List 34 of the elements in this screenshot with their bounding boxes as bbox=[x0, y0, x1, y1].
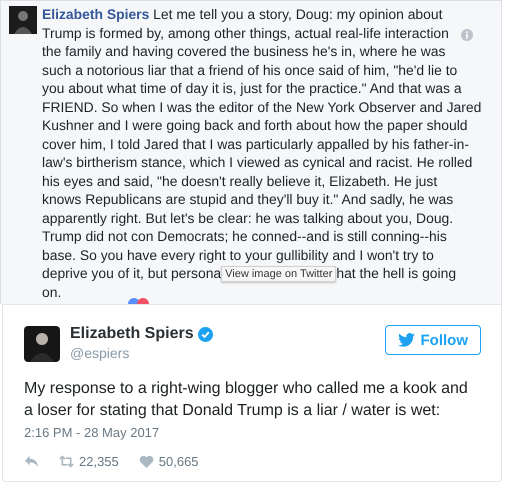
bird-icon bbox=[398, 333, 414, 347]
comment-line: knows Republicans are stupid and they'll buy it." And sadly, he was bbox=[42, 190, 454, 208]
comment-line: Trump did not con Democrats; he conned--and is still conning--his bbox=[42, 227, 447, 246]
like-count: 50,665 bbox=[158, 454, 199, 469]
comment-line: his eyes and said, "he doesn't really believe it, Elizabeth. He just bbox=[42, 172, 438, 190]
comment-line: on. bbox=[42, 282, 62, 301]
tweet-text: My response to a right-wing blogger who called me a kook and a loser for stating that Donald Trump is a liar / water is wet: bbox=[24, 379, 469, 421]
avatar[interactable] bbox=[24, 326, 60, 362]
retweet-icon[interactable] bbox=[59, 455, 74, 468]
info-icon[interactable] bbox=[461, 29, 473, 41]
comment-line: hat the hell is going bbox=[336, 265, 456, 281]
comment-line: the family and having covered the business he's in, where he was bbox=[42, 42, 446, 60]
comment-line: base. So you have every right to your gullibility and I won't try to bbox=[42, 246, 434, 264]
comment-line: deprive you of it, but persona bbox=[42, 265, 222, 281]
user-handle[interactable]: @espiers bbox=[70, 345, 384, 361]
comment-line: you about what time of day it is, just for the practice." And that was a bbox=[42, 79, 462, 98]
comment-line: Trump is formed by, among other things, actual real-life interaction bbox=[42, 24, 449, 42]
comment-line: Let me tell you a story, Doug: my opinion about bbox=[153, 6, 442, 22]
reaction-icon bbox=[128, 298, 150, 304]
follow-button[interactable]: Follow bbox=[384, 325, 481, 355]
heart-icon[interactable] bbox=[138, 455, 154, 468]
comment-line: Kushner and I were going back and forth about how the paper should bbox=[42, 116, 468, 134]
comment-line: law's birtherism stance, which I viewed as cynical and racist. He rolled bbox=[42, 153, 472, 172]
tooltip: View image on Twitter bbox=[221, 266, 336, 282]
retweet-count: 22,355 bbox=[79, 454, 119, 469]
timestamp[interactable]: 2:16 PM - 28 May 2017 bbox=[24, 425, 481, 440]
comment-line: FRIEND. So when I was the editor of the New York Observer and Jared bbox=[42, 98, 482, 116]
user-name[interactable]: Elizabeth Spiers bbox=[70, 325, 194, 343]
comment-line: apparently right. But let's be clear: he was talking about you, Doug. bbox=[42, 208, 454, 227]
avatar bbox=[9, 6, 37, 34]
comment-line: cover him, I told Jared that I was particularly appalled by his father-in- bbox=[42, 134, 469, 153]
comment-line: such a notorious liar that a friend of his once said of him, "he'd lie to bbox=[42, 60, 458, 79]
author-name[interactable]: Elizabeth Spiers bbox=[42, 6, 150, 22]
reply-icon[interactable] bbox=[24, 455, 39, 468]
